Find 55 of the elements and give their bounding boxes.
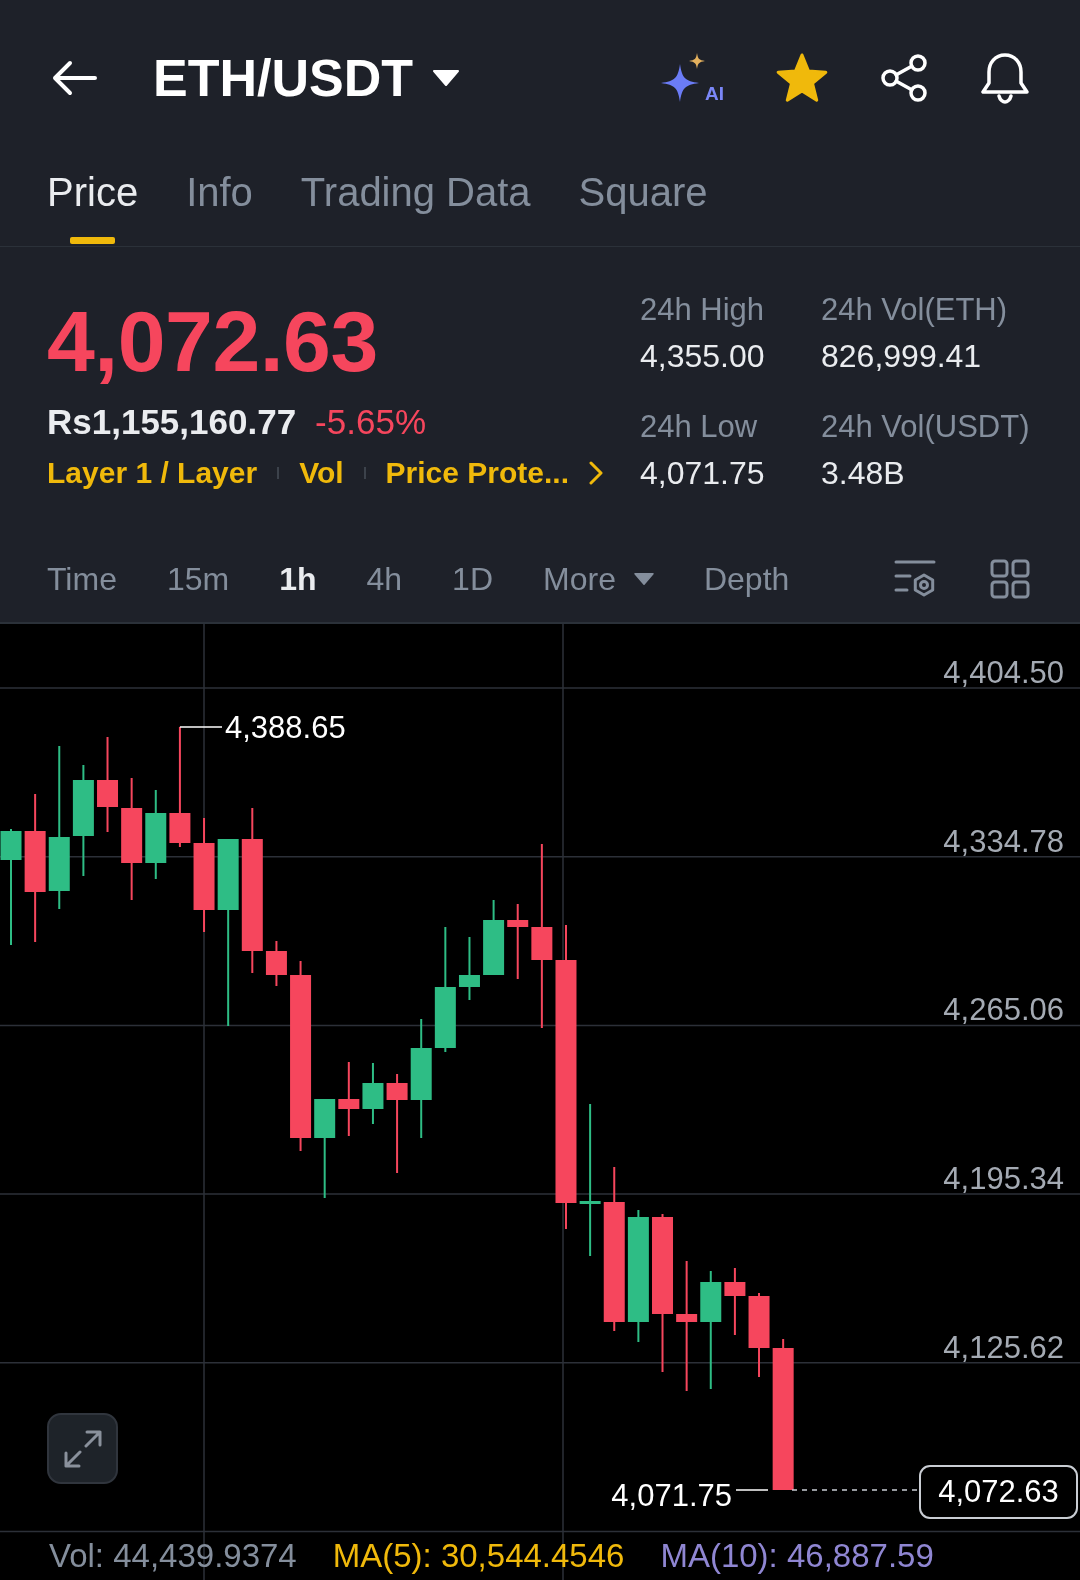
grid-icon[interactable]: [990, 558, 1030, 599]
expand-button[interactable]: [47, 1413, 118, 1484]
tag-link[interactable]: Price Prote...: [385, 455, 569, 491]
candle: [458, 936, 480, 1001]
tab[interactable]: Square: [578, 170, 708, 214]
stat-label: 24h High: [640, 291, 765, 329]
low-price-label: 4,071.75: [611, 1478, 732, 1513]
ai-assistant-button[interactable]: AI: [661, 52, 724, 103]
caret-down-icon: [633, 572, 654, 585]
arrow-left-icon[interactable]: [52, 59, 98, 96]
stat-label: 24h Vol(USDT): [821, 408, 1030, 446]
indicator-value: MA(10): 46,887.59: [660, 1536, 934, 1576]
tab[interactable]: Trading Data: [300, 170, 531, 214]
price-axis-label: 4,125.62: [943, 1329, 1064, 1365]
caret-down-icon: [433, 69, 459, 86]
stat-value: 4,071.75: [640, 454, 765, 493]
interval-option[interactable]: 4h: [366, 558, 403, 599]
stat-value: 3.48B: [821, 454, 905, 493]
indicator-value: Vol: 44,439.9374: [49, 1536, 297, 1576]
tab[interactable]: Price: [47, 170, 139, 244]
indicator-value: MA(5): 30,544.4546: [332, 1536, 625, 1576]
price-change: -5.65%: [315, 402, 426, 442]
fiat-price: Rs1,155,160.77: [47, 402, 297, 442]
candle: [724, 1267, 746, 1336]
tab[interactable]: Info: [186, 170, 253, 214]
stat-label: 24h Vol(ETH): [821, 291, 1008, 329]
candle: [362, 1062, 384, 1125]
expand-icon: [63, 1429, 102, 1468]
interval-option[interactable]: Time: [47, 558, 117, 599]
tag-link[interactable]: Layer 1 / Layer: [47, 455, 258, 491]
star-icon[interactable]: [776, 53, 828, 102]
list-hexagon-icon[interactable]: [894, 558, 936, 599]
stat-value: 826,999.41: [821, 337, 982, 376]
price-axis-label: 4,404.50: [943, 655, 1064, 690]
price-axis-label: 4,334.78: [943, 823, 1064, 859]
leader-line: [735, 1489, 769, 1491]
share-icon[interactable]: [880, 53, 928, 102]
price-axis-label: 4,195.34: [943, 1161, 1064, 1197]
interval-option[interactable]: 1D: [452, 558, 493, 599]
stat-value: 4,355.00: [640, 337, 765, 376]
candle: [265, 940, 287, 987]
last-price: 4,072.63: [47, 296, 378, 386]
tag-link[interactable]: Vol: [299, 455, 344, 491]
stat-label: 24h Low: [640, 408, 758, 446]
high-price-label: 4,388.65: [225, 710, 346, 745]
interval-option[interactable]: More: [543, 558, 654, 599]
price-axis-label: 4,265.06: [943, 992, 1064, 1028]
interval-option[interactable]: 15m: [166, 558, 230, 599]
bell-icon[interactable]: [980, 51, 1030, 104]
chevron-right-icon[interactable]: [589, 461, 603, 485]
interval-option[interactable]: Depth: [703, 558, 790, 599]
price-tag: 4,072.63: [919, 1465, 1078, 1519]
pair-selector[interactable]: ETH/USDT: [153, 47, 459, 108]
leader-line: [179, 726, 223, 728]
interval-option[interactable]: 1h: [279, 558, 317, 599]
